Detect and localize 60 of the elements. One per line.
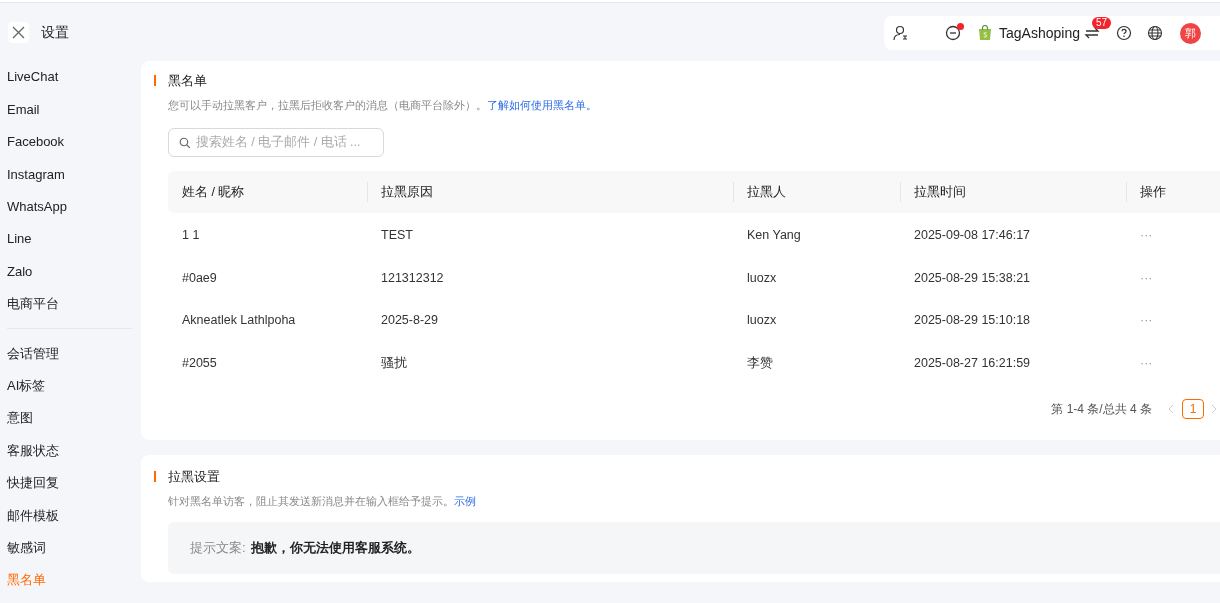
- sidebar-item[interactable]: 电商平台: [7, 287, 132, 321]
- help-icon[interactable]: [1115, 25, 1132, 41]
- shopping-bag-icon: [978, 25, 992, 41]
- sidebar-item[interactable]: Line: [7, 222, 132, 256]
- table-cell: 121312312: [381, 270, 444, 285]
- sidebar-item[interactable]: 客服状态: [7, 434, 132, 467]
- table-cell: 2025-8-29: [381, 313, 438, 328]
- accent-bar: [154, 75, 156, 87]
- search-icon: [179, 136, 191, 149]
- table-cell: Akneatlek Lathlpoha: [182, 313, 296, 328]
- help-link[interactable]: 了解如何使用黑名单。: [487, 98, 597, 111]
- table-cell: #0ae9: [182, 270, 217, 285]
- sidebar-item[interactable]: 意图: [7, 401, 132, 435]
- table-cell: #2055: [182, 355, 217, 370]
- sidebar-item[interactable]: WhatsApp: [7, 190, 132, 223]
- sidebar-item[interactable]: 邮件模板: [7, 499, 132, 532]
- sidebar-item[interactable]: Instagram: [7, 158, 132, 191]
- table-cell: 骚扰: [381, 355, 407, 370]
- table-cell: 1 1: [182, 228, 200, 243]
- column-header: 姓名 / 昵称: [182, 183, 245, 201]
- example-link[interactable]: 示例: [454, 494, 476, 507]
- section-description: 您可以手动拉黑客户，拉黑后拒收客户的消息（电商平台除外）。: [168, 98, 487, 111]
- notification-badge: 57: [1091, 17, 1112, 29]
- sidebar-item[interactable]: Email: [7, 93, 132, 126]
- table-cell: 2025-08-29 15:38:21: [914, 270, 1031, 285]
- hint-text: 抱歉，你无法使用客服系统。: [250, 539, 420, 558]
- sidebar-item[interactable]: LiveChat: [7, 61, 132, 94]
- section-title: 黑名单: [168, 72, 207, 90]
- column-header: 拉黑时间: [914, 183, 966, 201]
- close-button[interactable]: [8, 21, 29, 43]
- section-description: 针对黑名单访客，阻止其发送新消息并在输入框给予提示。: [168, 494, 454, 507]
- status-icon[interactable]: [945, 25, 961, 41]
- globe-icon[interactable]: [1146, 25, 1163, 41]
- table-cell: 李赞: [747, 355, 773, 370]
- column-header: 拉黑原因: [381, 183, 433, 201]
- search-field[interactable]: 搜索姓名 / 电子邮件 / 电话 ...: [168, 128, 384, 157]
- sidebar-item[interactable]: AI标签: [7, 369, 132, 402]
- sidebar-item[interactable]: 敏感词: [7, 531, 132, 564]
- column-header: 操作: [1140, 183, 1166, 201]
- store-name[interactable]: TagAshoping: [999, 22, 1080, 44]
- pagination-summary: 第 1-4 条/总共 4 条: [1051, 401, 1152, 418]
- page-title: 设置: [41, 22, 69, 42]
- section-title: 拉黑设置: [168, 468, 220, 486]
- sidebar-item[interactable]: 会话管理: [7, 337, 132, 370]
- table-cell: TEST: [381, 228, 413, 243]
- table-cell: 2025-08-27 16:21:59: [914, 355, 1031, 370]
- table-cell: 2025-08-29 15:10:18: [914, 313, 1031, 328]
- column-header: 拉黑人: [747, 183, 786, 201]
- table-cell: luozx: [747, 313, 777, 328]
- table-cell: 2025-09-08 17:46:17: [914, 228, 1031, 243]
- sidebar-item[interactable]: 快捷回复: [7, 466, 132, 500]
- close-icon: [12, 25, 25, 39]
- table-cell: luozx: [747, 270, 777, 285]
- hint-label: 提示文案:: [190, 539, 246, 558]
- sidebar-item[interactable]: Zalo: [7, 255, 132, 288]
- avatar[interactable]: 郭: [1179, 22, 1201, 44]
- accent-bar: [154, 471, 156, 483]
- user-icon[interactable]: [893, 25, 909, 41]
- sidebar-item[interactable]: Facebook: [7, 125, 132, 159]
- table-cell: Ken Yang: [747, 228, 801, 243]
